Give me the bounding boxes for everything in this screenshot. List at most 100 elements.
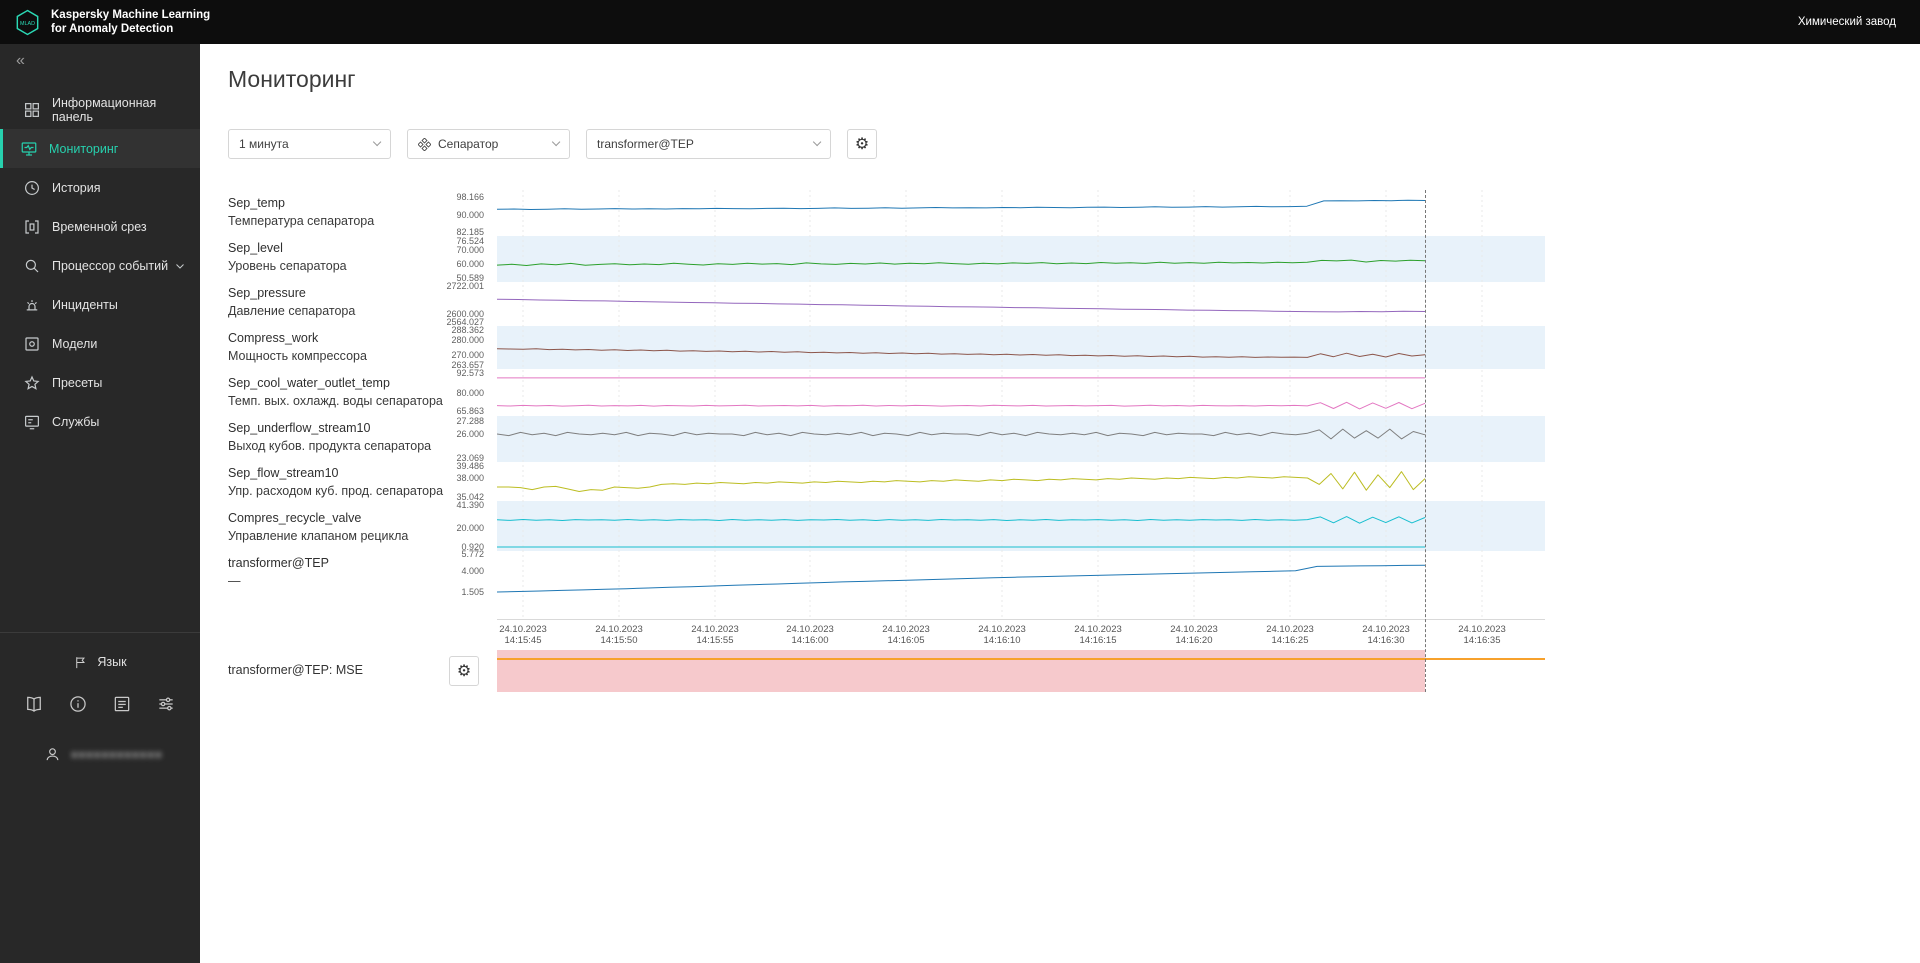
sidebar-item-event-processor[interactable]: Процессор событий <box>0 246 200 285</box>
group-select[interactable]: Сепаратор <box>407 129 570 159</box>
sidebar-item-dashboard[interactable]: Информационная панель <box>0 90 200 129</box>
top-header: MLAD Kaspersky Machine Learning for Anom… <box>0 0 1920 44</box>
chart-canvas <box>496 190 1545 620</box>
info-icon <box>70 696 86 712</box>
language-label: Язык <box>97 655 127 669</box>
language-button[interactable]: Язык <box>0 642 200 682</box>
series-Sep_temp <box>496 199 1426 210</box>
organization-name[interactable]: Химический завод <box>1798 16 1896 28</box>
monitoring-chart[interactable] <box>496 190 1545 620</box>
signal-row[interactable]: Sep_underflow_stream10 Выход кубов. проду… <box>228 421 431 453</box>
product-name: Kaspersky Machine Learning for Anomaly D… <box>51 9 211 35</box>
gear-icon: ⚙ <box>854 136 870 153</box>
sidebar-item-incidents[interactable]: Инциденты <box>0 285 200 324</box>
sidebar-item-label: Инциденты <box>52 297 118 312</box>
account-button[interactable]: ●●●●●●●●●●●● <box>0 746 200 763</box>
signal-row[interactable]: Sep_flow_stream10 Упр. расходом куб. прод… <box>228 466 443 498</box>
model-select[interactable]: transformer@TEP <box>586 129 831 159</box>
x-tick-label: 24.10.2023 14:16:25 <box>1266 624 1314 646</box>
signal-row[interactable]: Compres_recycle_valve Управление клапаном… <box>228 511 408 543</box>
sidebar-item-monitoring[interactable]: Мониторинг <box>0 129 200 168</box>
sidebar-divider <box>0 632 200 633</box>
history-clock-icon <box>25 180 39 195</box>
user-icon <box>46 748 59 761</box>
sidebar-item-time-slice[interactable]: Временной срез <box>0 207 200 246</box>
sidebar-item-label: История <box>52 180 101 195</box>
mse-threshold-line <box>497 658 1545 660</box>
chevron-down-icon <box>372 137 382 147</box>
presets-star-icon <box>24 375 40 390</box>
chart-settings-button[interactable]: ⚙ <box>847 129 877 159</box>
x-tick-label: 24.10.2023 14:16:00 <box>786 624 834 646</box>
interval-value: 1 минута <box>239 137 289 151</box>
model-value: transformer@TEP <box>597 137 694 151</box>
models-icon <box>25 336 39 351</box>
mse-label: transformer@TEP: MSE <box>228 663 363 677</box>
signal-row[interactable]: Sep_temp Температура сепаратора <box>228 196 374 228</box>
dashboard-icon <box>25 102 39 117</box>
document-list-icon <box>114 696 130 712</box>
signal-row[interactable]: Sep_level Уровень сепаратора <box>228 241 347 273</box>
sidebar-item-presets[interactable]: Пресеты <box>0 363 200 402</box>
sliders-icon <box>159 697 173 711</box>
sidebar-item-label: Временной срез <box>52 219 147 234</box>
incidents-alarm-icon <box>26 299 38 310</box>
signal-legend: Sep_temp Температура сепаратора Sep_level… <box>228 190 488 620</box>
x-tick-label: 24.10.2023 14:16:30 <box>1362 624 1410 646</box>
chevron-down-icon <box>812 137 822 147</box>
info-button[interactable] <box>68 694 88 714</box>
signal-row[interactable]: Sep_pressure Давление сепаратора <box>228 286 355 318</box>
toolbar: 1 минута Сепаратор transformer@TEP ⚙ <box>228 129 877 159</box>
brand: MLAD Kaspersky Machine Learning for Anom… <box>14 8 210 36</box>
series-Sep_flow_stream10 <box>497 471 1426 492</box>
series-transformer@TEP <box>496 564 1426 593</box>
settings-button[interactable] <box>156 694 176 714</box>
group-value: Сепаратор <box>438 137 499 151</box>
sidebar-item-label: Информационная панель <box>52 95 157 124</box>
gear-icon: ⚙ <box>456 663 472 680</box>
x-tick-label: 24.10.2023 14:15:45 <box>499 624 547 646</box>
row-stripe <box>497 236 1545 282</box>
news-button[interactable] <box>112 694 132 714</box>
signal-row[interactable]: Compress_work Мощность компрессора <box>228 331 367 363</box>
component-icon <box>418 137 431 151</box>
interval-select[interactable]: 1 минута <box>228 129 391 159</box>
sidebar-item-label: Пресеты <box>52 375 103 390</box>
language-flag-icon <box>76 656 86 668</box>
sidebar: « Информационная панель Мониторинг Истор… <box>0 44 200 963</box>
sidebar-item-models[interactable]: Модели <box>0 324 200 363</box>
mse-anomaly-fill <box>497 650 1425 692</box>
sidebar-item-history[interactable]: История <box>0 168 200 207</box>
sidebar-item-label: Модели <box>52 336 98 351</box>
x-tick-label: 24.10.2023 14:15:50 <box>595 624 643 646</box>
series-Sep_pressure <box>496 298 1426 313</box>
signal-row[interactable]: Sep_cool_water_outlet_temp Темп. вых. охл… <box>228 376 443 408</box>
time-cursor-line[interactable] <box>1425 190 1426 692</box>
mse-chart[interactable] <box>497 650 1545 692</box>
book-icon <box>27 696 41 712</box>
sidebar-item-label: Мониторинг <box>49 141 119 156</box>
x-tick-label: 24.10.2023 14:16:15 <box>1074 624 1122 646</box>
signal-row[interactable]: transformer@TEP — <box>228 556 329 588</box>
sidebar-nav: Информационная панель Мониторинг История… <box>0 90 200 441</box>
x-tick-label: 24.10.2023 14:16:20 <box>1170 624 1218 646</box>
monitoring-icon <box>21 141 37 156</box>
time-slice-icon <box>25 219 39 234</box>
chevron-down-icon <box>176 263 184 269</box>
mlad-app: { "header": { "product_line1": "Kaspersk… <box>0 0 1920 963</box>
series-Sep_cool_water_outlet_temp <box>496 401 1426 410</box>
mse-settings-button[interactable]: ⚙ <box>449 656 479 686</box>
sidebar-item-label: Службы <box>52 414 100 429</box>
x-tick-label: 24.10.2023 14:16:05 <box>882 624 930 646</box>
sidebar-item-services[interactable]: Службы <box>0 402 200 441</box>
account-email-redacted: ●●●●●●●●●●●● <box>71 748 163 761</box>
x-tick-label: 24.10.2023 14:15:55 <box>691 624 739 646</box>
x-tick-label: 24.10.2023 14:16:10 <box>978 624 1026 646</box>
manual-button[interactable] <box>24 694 44 714</box>
sidebar-collapse-button[interactable]: « <box>16 52 25 70</box>
x-tick-label: 24.10.2023 14:16:35 <box>1458 624 1506 646</box>
row-stripe <box>497 416 1545 462</box>
kaspersky-mlad-logo-icon: MLAD <box>16 9 39 35</box>
svg-text:MLAD: MLAD <box>20 20 35 26</box>
event-processor-icon <box>25 259 39 272</box>
